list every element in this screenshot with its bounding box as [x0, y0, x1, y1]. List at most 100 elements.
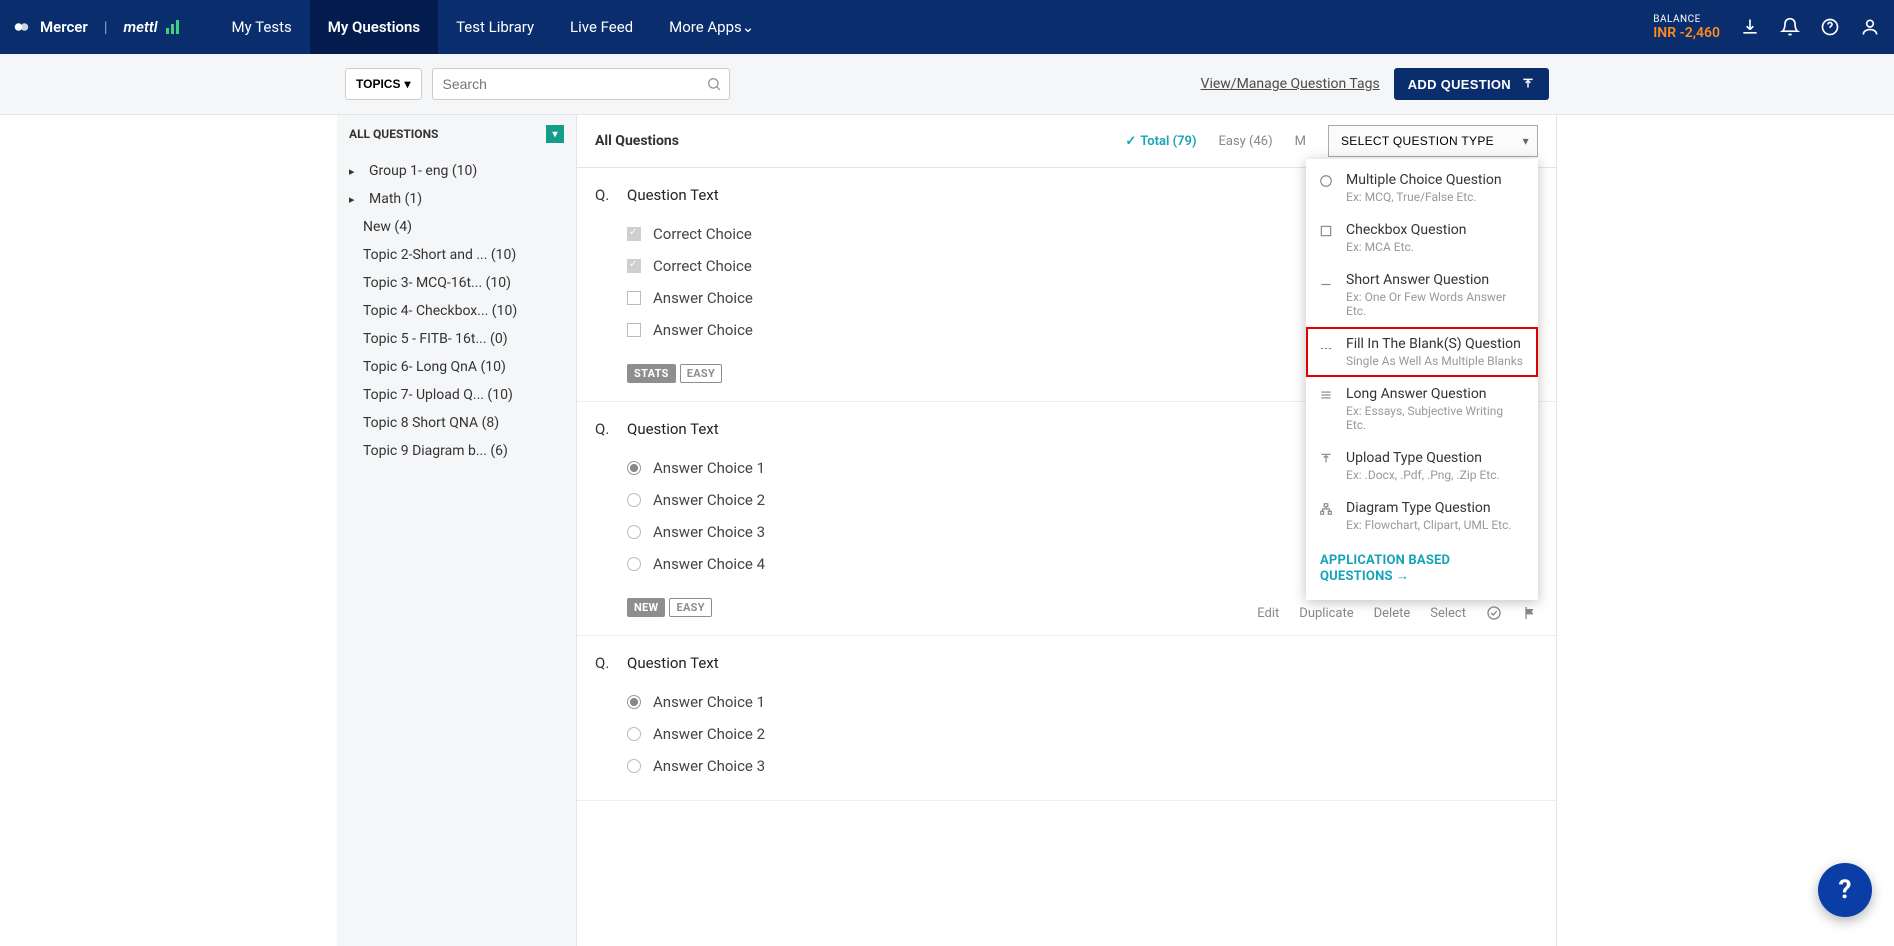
- help-fab[interactable]: ?: [1818, 863, 1872, 917]
- sidebar-topic[interactable]: Topic 8 Short QNA (8): [337, 409, 576, 437]
- user-icon[interactable]: [1860, 17, 1880, 37]
- help-icon[interactable]: [1820, 17, 1840, 37]
- download-icon[interactable]: [1740, 17, 1760, 37]
- brand-logo: Mercer | mettl: [14, 18, 202, 36]
- add-question-button[interactable]: ADD QUESTION: [1394, 68, 1549, 100]
- nav-item-live-feed[interactable]: Live Feed: [552, 0, 651, 54]
- nav-item-test-library[interactable]: Test Library: [438, 0, 552, 54]
- check-icon: ✓: [1125, 134, 1136, 149]
- choice-label: Answer Choice: [653, 321, 753, 339]
- radio-control: [627, 557, 641, 571]
- qtype-subtitle: Ex: MCQ, True/False Etc.: [1346, 190, 1524, 204]
- action-edit[interactable]: Edit: [1257, 606, 1279, 621]
- filter-total-label: Total (79): [1140, 134, 1196, 149]
- radio-control: [627, 461, 641, 475]
- qtype-option[interactable]: Long Answer Question Ex: Essays, Subjecti…: [1306, 377, 1538, 441]
- filter-easy[interactable]: Easy (46): [1219, 134, 1273, 149]
- header-right: BALANCE INR -2,460: [1653, 14, 1880, 41]
- action-duplicate[interactable]: Duplicate: [1299, 606, 1353, 621]
- qtype-title: Diagram Type Question: [1346, 500, 1524, 516]
- action-delete[interactable]: Delete: [1374, 606, 1411, 621]
- radio-control: [627, 493, 641, 507]
- radio-icon: [1318, 173, 1334, 189]
- brand-text-2: mettl: [124, 18, 158, 36]
- qtype-subtitle: Ex: Flowchart, Clipart, UML Etc.: [1346, 518, 1524, 532]
- flag-icon[interactable]: [1522, 605, 1538, 621]
- badge: NEW: [627, 598, 665, 617]
- nav-item-more-apps[interactable]: More Apps ⌄: [651, 0, 772, 54]
- sidebar-topic[interactable]: Topic 9 Diagram b... (6): [337, 437, 576, 465]
- filter-more[interactable]: M: [1295, 134, 1306, 149]
- search-input[interactable]: [432, 68, 730, 100]
- qtype-option[interactable]: Multiple Choice QuestionEx: MCQ, True/Fa…: [1306, 163, 1538, 213]
- qtype-option[interactable]: Short Answer Question Ex: One Or Few Word…: [1306, 263, 1538, 327]
- content: All Questions ✓ Total (79) Easy (46) M S…: [577, 115, 1557, 946]
- choice-label: Answer Choice 1: [653, 459, 765, 477]
- badge: EASY: [669, 598, 711, 617]
- topic-list: Group 1- eng (10)Math (1)New (4)Topic 2-…: [337, 153, 576, 469]
- topics-dropdown-button[interactable]: TOPICS ▾: [345, 68, 422, 100]
- add-question-label: ADD QUESTION: [1408, 77, 1511, 92]
- choice-label: Correct Choice: [653, 225, 752, 243]
- manage-tags-link[interactable]: View/Manage Question Tags: [1201, 76, 1380, 92]
- question-marker: Q.: [595, 186, 609, 383]
- choice-label: Answer Choice: [653, 289, 753, 307]
- qtype-subtitle: Ex: Essays, Subjective Writing Etc.: [1346, 404, 1524, 432]
- question-actions: Edit Duplicate Delete Select: [1257, 605, 1538, 621]
- sidebar-topic[interactable]: Topic 2-Short and ... (10): [337, 241, 576, 269]
- qtype-title: Upload Type Question: [1346, 450, 1524, 466]
- topics-button-label: TOPICS: [356, 77, 400, 91]
- brand-text-1: Mercer: [40, 18, 88, 36]
- qtype-option[interactable]: Fill In The Blank(S) Question Single As W…: [1306, 327, 1538, 377]
- answer-choice[interactable]: Answer Choice 3: [627, 750, 1538, 782]
- sidebar-topic[interactable]: Math (1): [337, 185, 576, 213]
- mettl-bars-icon: [166, 20, 182, 34]
- filter-total[interactable]: ✓ Total (79): [1125, 134, 1196, 149]
- question: Q.Question TextAnswer Choice 1Answer Cho…: [577, 636, 1556, 801]
- sidebar-topic[interactable]: Topic 6- Long QnA (10): [337, 353, 576, 381]
- checkbox-control: [627, 323, 641, 337]
- qtype-title: Short Answer Question: [1346, 272, 1524, 288]
- qtype-option[interactable]: Upload Type QuestionEx: .Docx, .Pdf, .Pn…: [1306, 441, 1538, 491]
- nav-item-my-tests[interactable]: My Tests: [214, 0, 310, 54]
- question-marker: Q.: [595, 654, 609, 782]
- sidebar-topic[interactable]: Topic 7- Upload Q... (10): [337, 381, 576, 409]
- sidebar-collapse-toggle[interactable]: ▾: [546, 125, 564, 143]
- radio-control: [627, 695, 641, 709]
- sidebar-topic[interactable]: New (4): [337, 213, 576, 241]
- application-based-link[interactable]: APPLICATION BASED QUESTIONS →: [1306, 541, 1538, 596]
- qtype-subtitle: Single As Well As Multiple Blanks: [1346, 354, 1524, 368]
- question-marker: Q.: [595, 420, 609, 617]
- select-question-type-button[interactable]: SELECT QUESTION TYPE: [1328, 125, 1538, 157]
- sidebar-topic[interactable]: Group 1- eng (10): [337, 157, 576, 185]
- sidebar-topic[interactable]: Topic 4- Checkbox... (10): [337, 297, 576, 325]
- checkbox-control: [627, 227, 641, 241]
- choice-label: Answer Choice 3: [653, 523, 765, 541]
- sidebar-topic[interactable]: Topic 5 - FITB- 16t... (0): [337, 325, 576, 353]
- choice-label: Answer Choice 2: [653, 725, 765, 743]
- primary-nav: My TestsMy QuestionsTest LibraryLive Fee…: [214, 0, 773, 54]
- badge: EASY: [680, 364, 722, 383]
- bell-icon[interactable]: [1780, 17, 1800, 37]
- nav-item-my-questions[interactable]: My Questions: [310, 0, 438, 54]
- question-type-dropdown: Multiple Choice QuestionEx: MCQ, True/Fa…: [1306, 159, 1538, 600]
- toolbar: TOPICS ▾ View/Manage Question Tags ADD Q…: [0, 54, 1894, 115]
- choice-label: Answer Choice 1: [653, 693, 765, 711]
- radio-control: [627, 525, 641, 539]
- answer-choice[interactable]: Answer Choice 2: [627, 718, 1538, 750]
- action-select[interactable]: Select: [1430, 606, 1466, 621]
- badge: STATS: [627, 364, 676, 383]
- search-icon: [706, 76, 722, 92]
- answer-choice[interactable]: Answer Choice 1: [627, 686, 1538, 718]
- para-icon: [1318, 387, 1334, 403]
- qtype-title: Long Answer Question: [1346, 386, 1524, 402]
- qtype-title: Fill In The Blank(S) Question: [1346, 336, 1524, 352]
- qtype-option[interactable]: Checkbox QuestionEx: MCA Etc.: [1306, 213, 1538, 263]
- qtype-subtitle: Ex: One Or Few Words Answer Etc.: [1346, 290, 1524, 318]
- sidebar-topic[interactable]: Topic 3- MCQ-16t... (10): [337, 269, 576, 297]
- dashes-icon: [1318, 337, 1334, 353]
- check-circle-icon[interactable]: [1486, 605, 1502, 621]
- qtype-option[interactable]: Diagram Type Question Ex: Flowchart, Clip…: [1306, 491, 1538, 541]
- checkbox-control: [627, 291, 641, 305]
- search-wrap: [432, 68, 730, 100]
